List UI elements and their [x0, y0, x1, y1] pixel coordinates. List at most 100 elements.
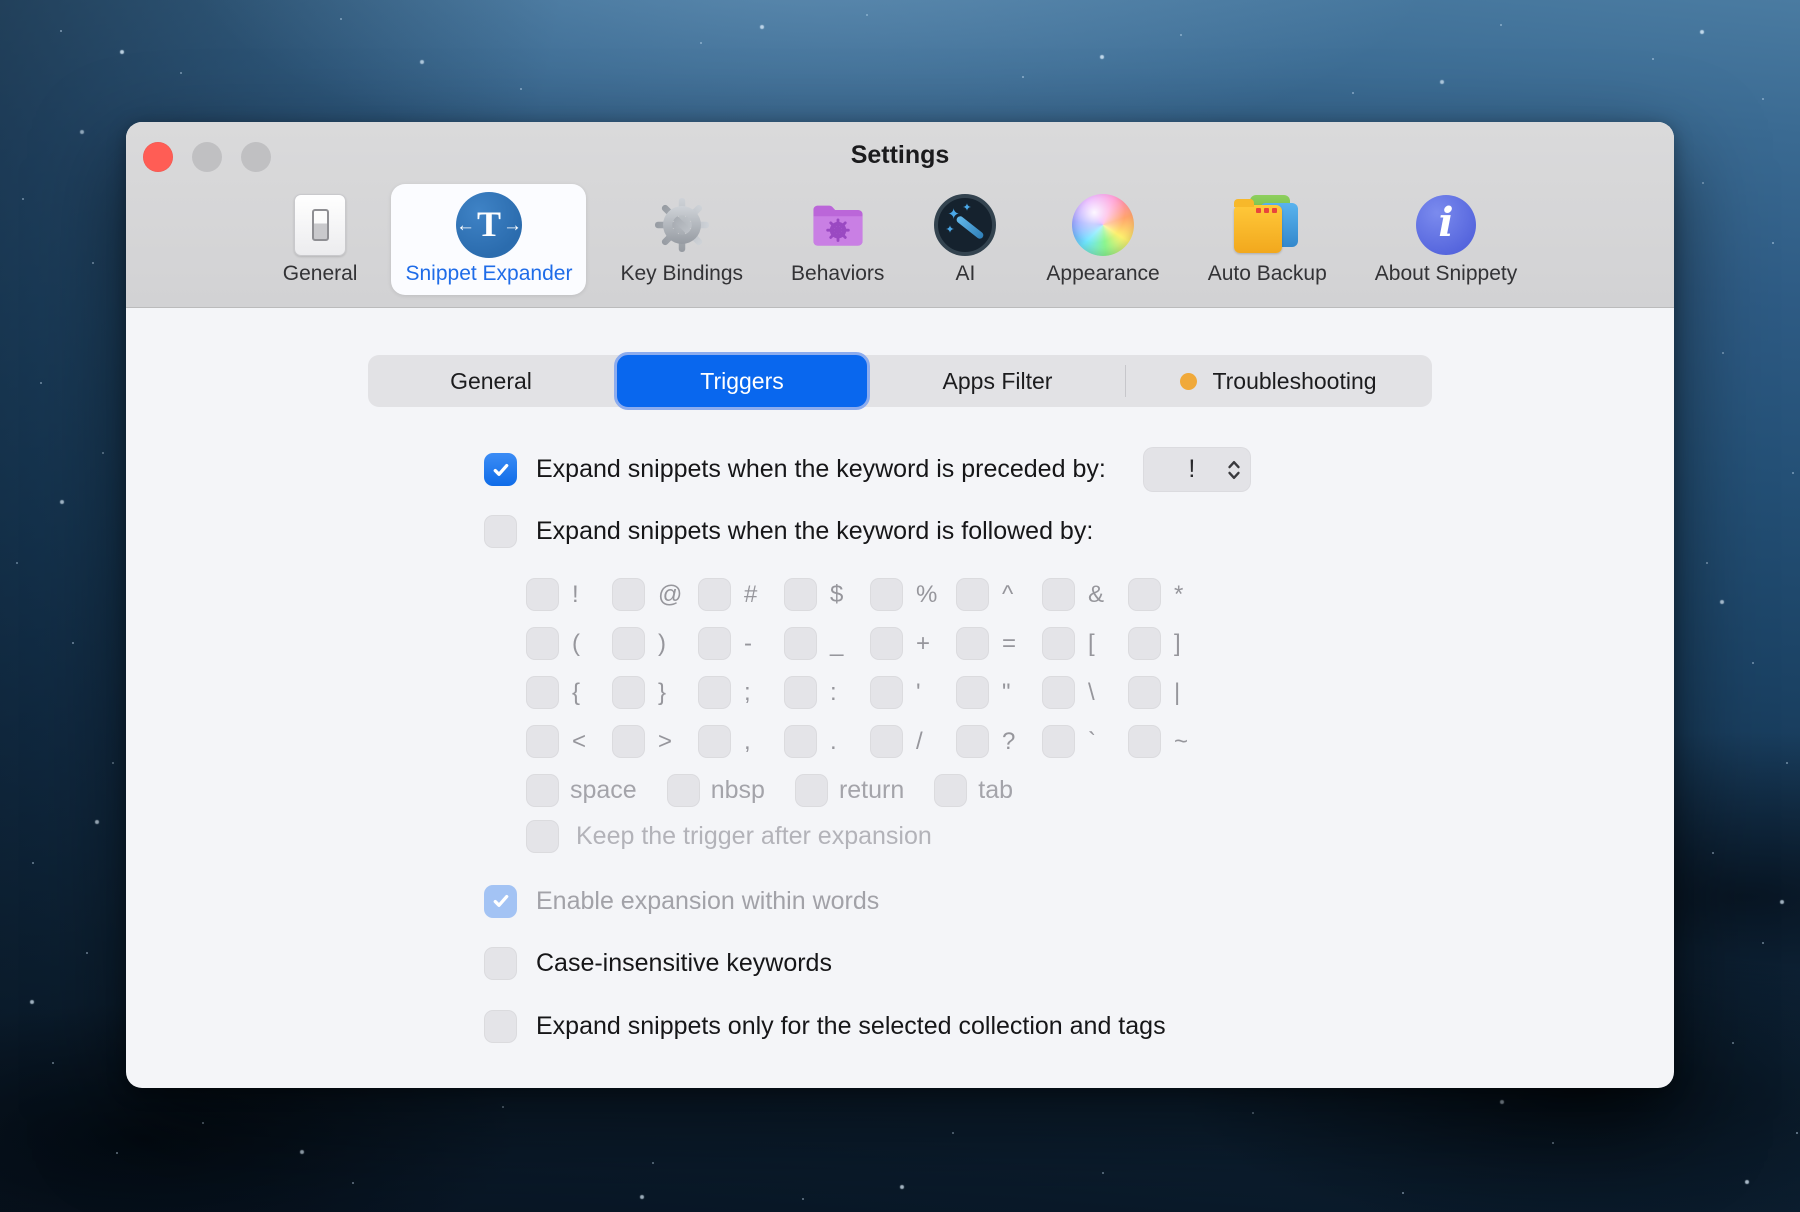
checkbox: [612, 676, 645, 709]
symbol-trigger: (: [526, 627, 612, 660]
checkbox: [956, 676, 989, 709]
case-insensitive-label: Case-insensitive keywords: [536, 949, 832, 978]
symbol-row: { } ; : ' " \ |: [526, 676, 1674, 709]
symbol-trigger: _: [784, 627, 870, 660]
symbol-label: ': [916, 679, 921, 707]
dropdown-value: !: [1143, 455, 1227, 484]
preceded-by-dropdown[interactable]: !: [1143, 447, 1251, 492]
toolbar-item-appearance[interactable]: Appearance: [1032, 184, 1173, 295]
checkbox: [956, 627, 989, 660]
symbol-label: ): [658, 630, 666, 658]
tab-label: Triggers: [700, 368, 784, 395]
symbol-trigger: >: [612, 725, 698, 758]
symbol-trigger: /: [870, 725, 956, 758]
followed-by-row: Expand snippets when the keyword is foll…: [484, 514, 1674, 548]
symbol-trigger: ;: [698, 676, 784, 709]
selected-collection-checkbox[interactable]: [484, 1010, 517, 1043]
checkbox: [1128, 676, 1161, 709]
symbol-label: `: [1088, 728, 1096, 756]
word-trigger-row: space nbsp return tab: [526, 774, 1674, 807]
toolbar-item-about-snippety[interactable]: i About Snippety: [1361, 184, 1531, 295]
tab-general[interactable]: General: [368, 355, 614, 407]
toolbar-label: Behaviors: [791, 262, 884, 286]
symbol-label: >: [658, 728, 672, 756]
toolbar-label: Key Bindings: [620, 262, 743, 286]
toolbar-label: Appearance: [1046, 262, 1159, 286]
symbol-trigger: !: [526, 578, 612, 611]
checkbox: [612, 627, 645, 660]
symbol-label: ~: [1174, 728, 1188, 756]
case-insensitive-row: Case-insensitive keywords: [484, 946, 1674, 980]
checkbox: [698, 725, 731, 758]
selected-collection-row: Expand snippets only for the selected co…: [484, 1009, 1674, 1043]
symbol-label: ?: [1002, 728, 1015, 756]
followed-by-checkbox[interactable]: [484, 515, 517, 548]
settings-content: General Triggers Apps Filter Troubleshoo…: [126, 308, 1674, 1043]
tab-label: Troubleshooting: [1212, 368, 1376, 395]
tab-troubleshooting[interactable]: Troubleshooting: [1126, 355, 1431, 407]
window-header[interactable]: Settings General ←T→ Snippet Expander: [126, 122, 1674, 308]
checkbox: [1042, 578, 1075, 611]
symbol-label: :: [830, 679, 837, 707]
toolbar-item-key-bindings[interactable]: Key Bindings: [606, 184, 757, 295]
keep-trigger-label: Keep the trigger after expansion: [576, 822, 932, 851]
magic-wand-icon: ✦ ✦ ✦: [932, 192, 998, 258]
symbol-label: ": [1002, 679, 1011, 707]
symbol-label: [: [1088, 630, 1095, 658]
word-label: tab: [978, 776, 1013, 805]
preceded-by-checkbox[interactable]: [484, 453, 517, 486]
checkbox: [784, 676, 817, 709]
tab-triggers[interactable]: Triggers: [614, 352, 870, 410]
checkbox: [612, 725, 645, 758]
toolbar-item-ai[interactable]: ✦ ✦ ✦ AI: [918, 184, 1012, 295]
checkbox: [1128, 627, 1161, 660]
info-icon: i: [1413, 192, 1479, 258]
folders-stack-icon: [1234, 192, 1300, 258]
word-label: space: [570, 776, 637, 805]
toolbar-item-snippet-expander[interactable]: ←T→ Snippet Expander: [391, 184, 586, 295]
tab-label: General: [450, 368, 532, 395]
symbol-trigger: .: [784, 725, 870, 758]
status-dot: [1180, 373, 1197, 390]
symbol-trigger: <: [526, 725, 612, 758]
checkbox: [870, 676, 903, 709]
expand-within-words-checkbox: [484, 885, 517, 918]
symbol-label: &: [1088, 581, 1104, 609]
toolbar-label: About Snippety: [1375, 262, 1517, 286]
gear-icon: [649, 192, 715, 258]
checkbox: [698, 578, 731, 611]
settings-window: Settings General ←T→ Snippet Expander: [126, 122, 1674, 1088]
trigger-symbol-grid: ! @ # $ % ^ & * ( ) - _ + = [ ]: [484, 578, 1674, 807]
symbol-label: #: [744, 581, 757, 609]
symbol-trigger: \: [1042, 676, 1128, 709]
preceded-by-label: Expand snippets when the keyword is prec…: [536, 455, 1106, 484]
symbol-trigger: *: [1128, 578, 1214, 611]
symbol-trigger: `: [1042, 725, 1128, 758]
toolbar-item-general[interactable]: General: [269, 184, 372, 295]
symbol-trigger: :: [784, 676, 870, 709]
folder-gear-icon: [805, 192, 871, 258]
checkbox: [784, 725, 817, 758]
checkbox: [1128, 578, 1161, 611]
checkbox: [784, 627, 817, 660]
wallpaper-bubbles-large: [0, 0, 4, 4]
symbol-row: < > , . / ? ` ~: [526, 725, 1674, 758]
checkbox: [870, 578, 903, 611]
checkbox: [667, 774, 700, 807]
tab-apps-filter[interactable]: Apps Filter: [870, 355, 1125, 407]
toolbar-label: General: [283, 262, 358, 286]
checkbox: [1128, 725, 1161, 758]
symbol-trigger: }: [612, 676, 698, 709]
toolbar-item-auto-backup[interactable]: Auto Backup: [1194, 184, 1341, 295]
symbol-trigger: +: [870, 627, 956, 660]
case-insensitive-checkbox[interactable]: [484, 947, 517, 980]
toolbar-item-behaviors[interactable]: Behaviors: [777, 184, 898, 295]
symbol-trigger: =: [956, 627, 1042, 660]
symbol-label: !: [572, 581, 579, 609]
symbol-row: ! @ # $ % ^ & *: [526, 578, 1674, 611]
symbol-trigger: ': [870, 676, 956, 709]
symbol-label: }: [658, 679, 666, 707]
checkbox: [1042, 627, 1075, 660]
symbol-label: {: [572, 679, 580, 707]
checkbox: [526, 774, 559, 807]
